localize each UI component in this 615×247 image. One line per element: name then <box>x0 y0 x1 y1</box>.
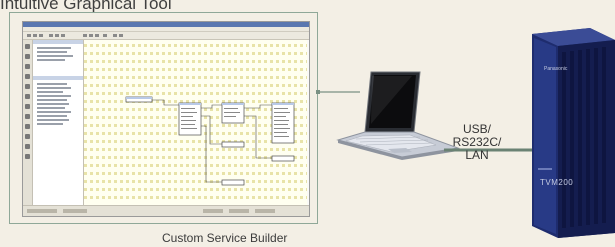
laptop-icon <box>336 71 460 160</box>
connection-label-line-3: LAN <box>465 148 489 162</box>
connection-label: USB/ RS232C/ LAN <box>447 123 507 162</box>
connection-diagram: Panasonic TVM200 <box>316 28 615 238</box>
software-to-laptop-cable <box>316 90 360 94</box>
pbx-brand-label: Panasonic <box>544 66 568 72</box>
pbx-model-label: TVM200 <box>540 178 573 187</box>
voicemail-server-icon <box>532 28 615 238</box>
